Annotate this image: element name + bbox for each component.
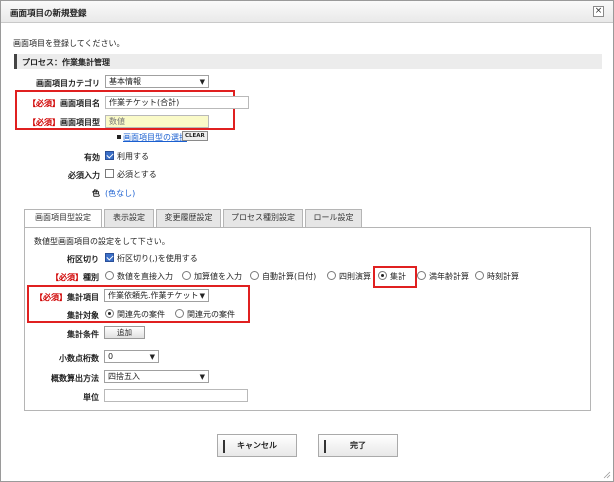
agg-target-label: 集計対象 xyxy=(67,311,99,320)
kind-radio[interactable] xyxy=(250,271,259,280)
category-label: 画面項目カテゴリ xyxy=(36,79,100,88)
register-item-dialog: 画面項目の新規登録 × 画面項目を登録してください。 プロセス：作業集計管理 画… xyxy=(0,0,614,482)
unit-label: 単位 xyxy=(83,393,99,402)
kind-option-label: 時刻計算 xyxy=(487,272,519,281)
clear-button[interactable]: CLEAR xyxy=(182,131,208,141)
kind-radio[interactable] xyxy=(105,271,114,280)
required-input-label: 必須入力 xyxy=(68,171,100,180)
chevron-down-icon: ▼ xyxy=(199,373,205,381)
decimals-select-value: 0 xyxy=(108,352,114,361)
required-checkbox-row[interactable]: 必須とする xyxy=(105,169,157,180)
required-tag: 【必須】 xyxy=(28,118,60,127)
category-select[interactable]: 基本情報 ▼ xyxy=(105,75,209,88)
kind-label: 【必須】種別 xyxy=(31,272,99,283)
agg-target-option-label: 関連元の案件 xyxy=(187,310,235,319)
unit-input[interactable] xyxy=(104,389,248,402)
dialog-title: 画面項目の新規登録 xyxy=(10,9,87,19)
type-label: 【必須】画面項目型 xyxy=(19,117,100,128)
kind-option-label: 数値を直接入力 xyxy=(117,272,173,281)
kind-option-label: 満年齢計算 xyxy=(429,272,469,281)
agg-item-label-text: 集計項目 xyxy=(67,293,99,302)
kind-option-label: 四則演算 xyxy=(339,272,371,281)
enabled-checkbox-row[interactable]: 利用する xyxy=(105,151,149,162)
tab-history-settings[interactable]: 変更履歴設定 xyxy=(156,209,221,227)
kind-option-5[interactable]: 満年齢計算 xyxy=(417,271,469,282)
enabled-checkbox[interactable] xyxy=(105,151,114,160)
decimals-select[interactable]: 0 ▼ xyxy=(104,350,159,363)
chevron-down-icon: ▼ xyxy=(199,292,205,300)
required-tag: 【必須】 xyxy=(35,293,67,302)
done-button-label: 完了 xyxy=(350,441,366,450)
tab-display-settings[interactable]: 表示設定 xyxy=(104,209,154,227)
kind-radio[interactable] xyxy=(327,271,336,280)
color-value[interactable]: (色なし) xyxy=(105,188,135,199)
required-tag: 【必須】 xyxy=(51,273,83,282)
chevron-down-icon: ▼ xyxy=(149,353,155,361)
tab-type-settings[interactable]: 画面項目型設定 xyxy=(24,209,102,228)
agg-item-select[interactable]: 作業依頼先.作業チケット ▼ xyxy=(104,289,209,302)
agg-item-select-value: 作業依頼先.作業チケット xyxy=(108,291,199,300)
process-title: プロセス：作業集計管理 xyxy=(22,58,110,67)
tab-role-settings[interactable]: ロール設定 xyxy=(305,209,362,227)
agg-target-radio[interactable] xyxy=(175,309,184,318)
kind-radio[interactable] xyxy=(182,271,191,280)
cancel-button[interactable]: キャンセル xyxy=(217,434,297,457)
agg-target-option-1[interactable]: 関連元の案件 xyxy=(175,309,235,320)
close-icon[interactable]: × xyxy=(593,6,604,17)
cancel-button-label: キャンセル xyxy=(237,441,277,450)
name-label: 【必須】画面項目名 xyxy=(19,98,100,109)
kind-option-1[interactable]: 加算値を入力 xyxy=(182,271,242,282)
tab-process-type-settings[interactable]: プロセス種別設定 xyxy=(223,209,303,227)
item-name-input[interactable]: 作業チケット(合計) xyxy=(105,96,249,109)
kind-option-label: 集計 xyxy=(390,272,406,281)
agg-target-option-label: 関連先の案件 xyxy=(117,310,165,319)
rounding-select-value: 四捨五入 xyxy=(108,372,140,381)
intro-text: 画面項目を登録してください。 xyxy=(13,39,125,48)
agg-target-option-0[interactable]: 関連先の案件 xyxy=(105,309,165,320)
rounding-label: 概数算出方法 xyxy=(51,374,99,383)
kind-option-6[interactable]: 時刻計算 xyxy=(475,271,519,282)
required-checkbox[interactable] xyxy=(105,169,114,178)
kind-radio[interactable] xyxy=(475,271,484,280)
enabled-checkbox-label: 利用する xyxy=(117,152,149,161)
type-select-row: 画面項目型の選択 xyxy=(117,132,187,143)
panel-description: 数値型画面項目の設定をして下さい。 xyxy=(34,237,170,246)
type-select-link[interactable]: 画面項目型の選択 xyxy=(123,133,187,142)
kind-option-label: 自動計算(日付) xyxy=(262,272,317,281)
button-bar-icon xyxy=(223,440,225,453)
add-condition-button[interactable]: 追加 xyxy=(104,326,145,339)
item-type-input[interactable]: 数値 xyxy=(105,115,209,128)
agg-item-label: 【必須】集計項目 xyxy=(31,292,99,303)
bullet-icon xyxy=(117,135,121,139)
chevron-down-icon: ▼ xyxy=(199,78,205,86)
separator-checkbox-label: 桁区切り(,)を使用する xyxy=(117,254,198,263)
rounding-select[interactable]: 四捨五入 ▼ xyxy=(104,370,209,383)
done-button[interactable]: 完了 xyxy=(318,434,398,457)
button-bar-icon xyxy=(324,440,326,453)
name-label-text: 画面項目名 xyxy=(60,99,100,108)
required-checkbox-label: 必須とする xyxy=(117,170,157,179)
kind-option-label: 加算値を入力 xyxy=(194,272,242,281)
color-label: 色 xyxy=(92,189,100,198)
decimals-label: 小数点桁数 xyxy=(59,354,99,363)
kind-radio[interactable] xyxy=(417,271,426,280)
process-header: プロセス：作業集計管理 xyxy=(14,54,602,69)
enabled-label: 有効 xyxy=(84,153,100,162)
type-label-text: 画面項目型 xyxy=(60,118,100,127)
separator-label: 桁区切り xyxy=(67,255,99,264)
category-select-value: 基本情報 xyxy=(109,77,141,86)
kind-label-text: 種別 xyxy=(83,273,99,282)
separator-checkbox-row[interactable]: 桁区切り(,)を使用する xyxy=(105,253,198,264)
kind-option-3[interactable]: 四則演算 xyxy=(327,271,371,282)
agg-target-radio-selected[interactable] xyxy=(105,309,114,318)
kind-radio-selected[interactable] xyxy=(378,271,387,280)
kind-option-0[interactable]: 数値を直接入力 xyxy=(105,271,173,282)
separator-checkbox[interactable] xyxy=(105,253,114,262)
resize-grip-icon[interactable] xyxy=(603,471,611,479)
dialog-titlebar[interactable]: 画面項目の新規登録 × xyxy=(1,1,613,23)
agg-condition-label: 集計条件 xyxy=(67,330,99,339)
kind-option-4[interactable]: 集計 xyxy=(378,271,406,282)
kind-option-2[interactable]: 自動計算(日付) xyxy=(250,271,316,282)
required-tag: 【必須】 xyxy=(28,99,60,108)
